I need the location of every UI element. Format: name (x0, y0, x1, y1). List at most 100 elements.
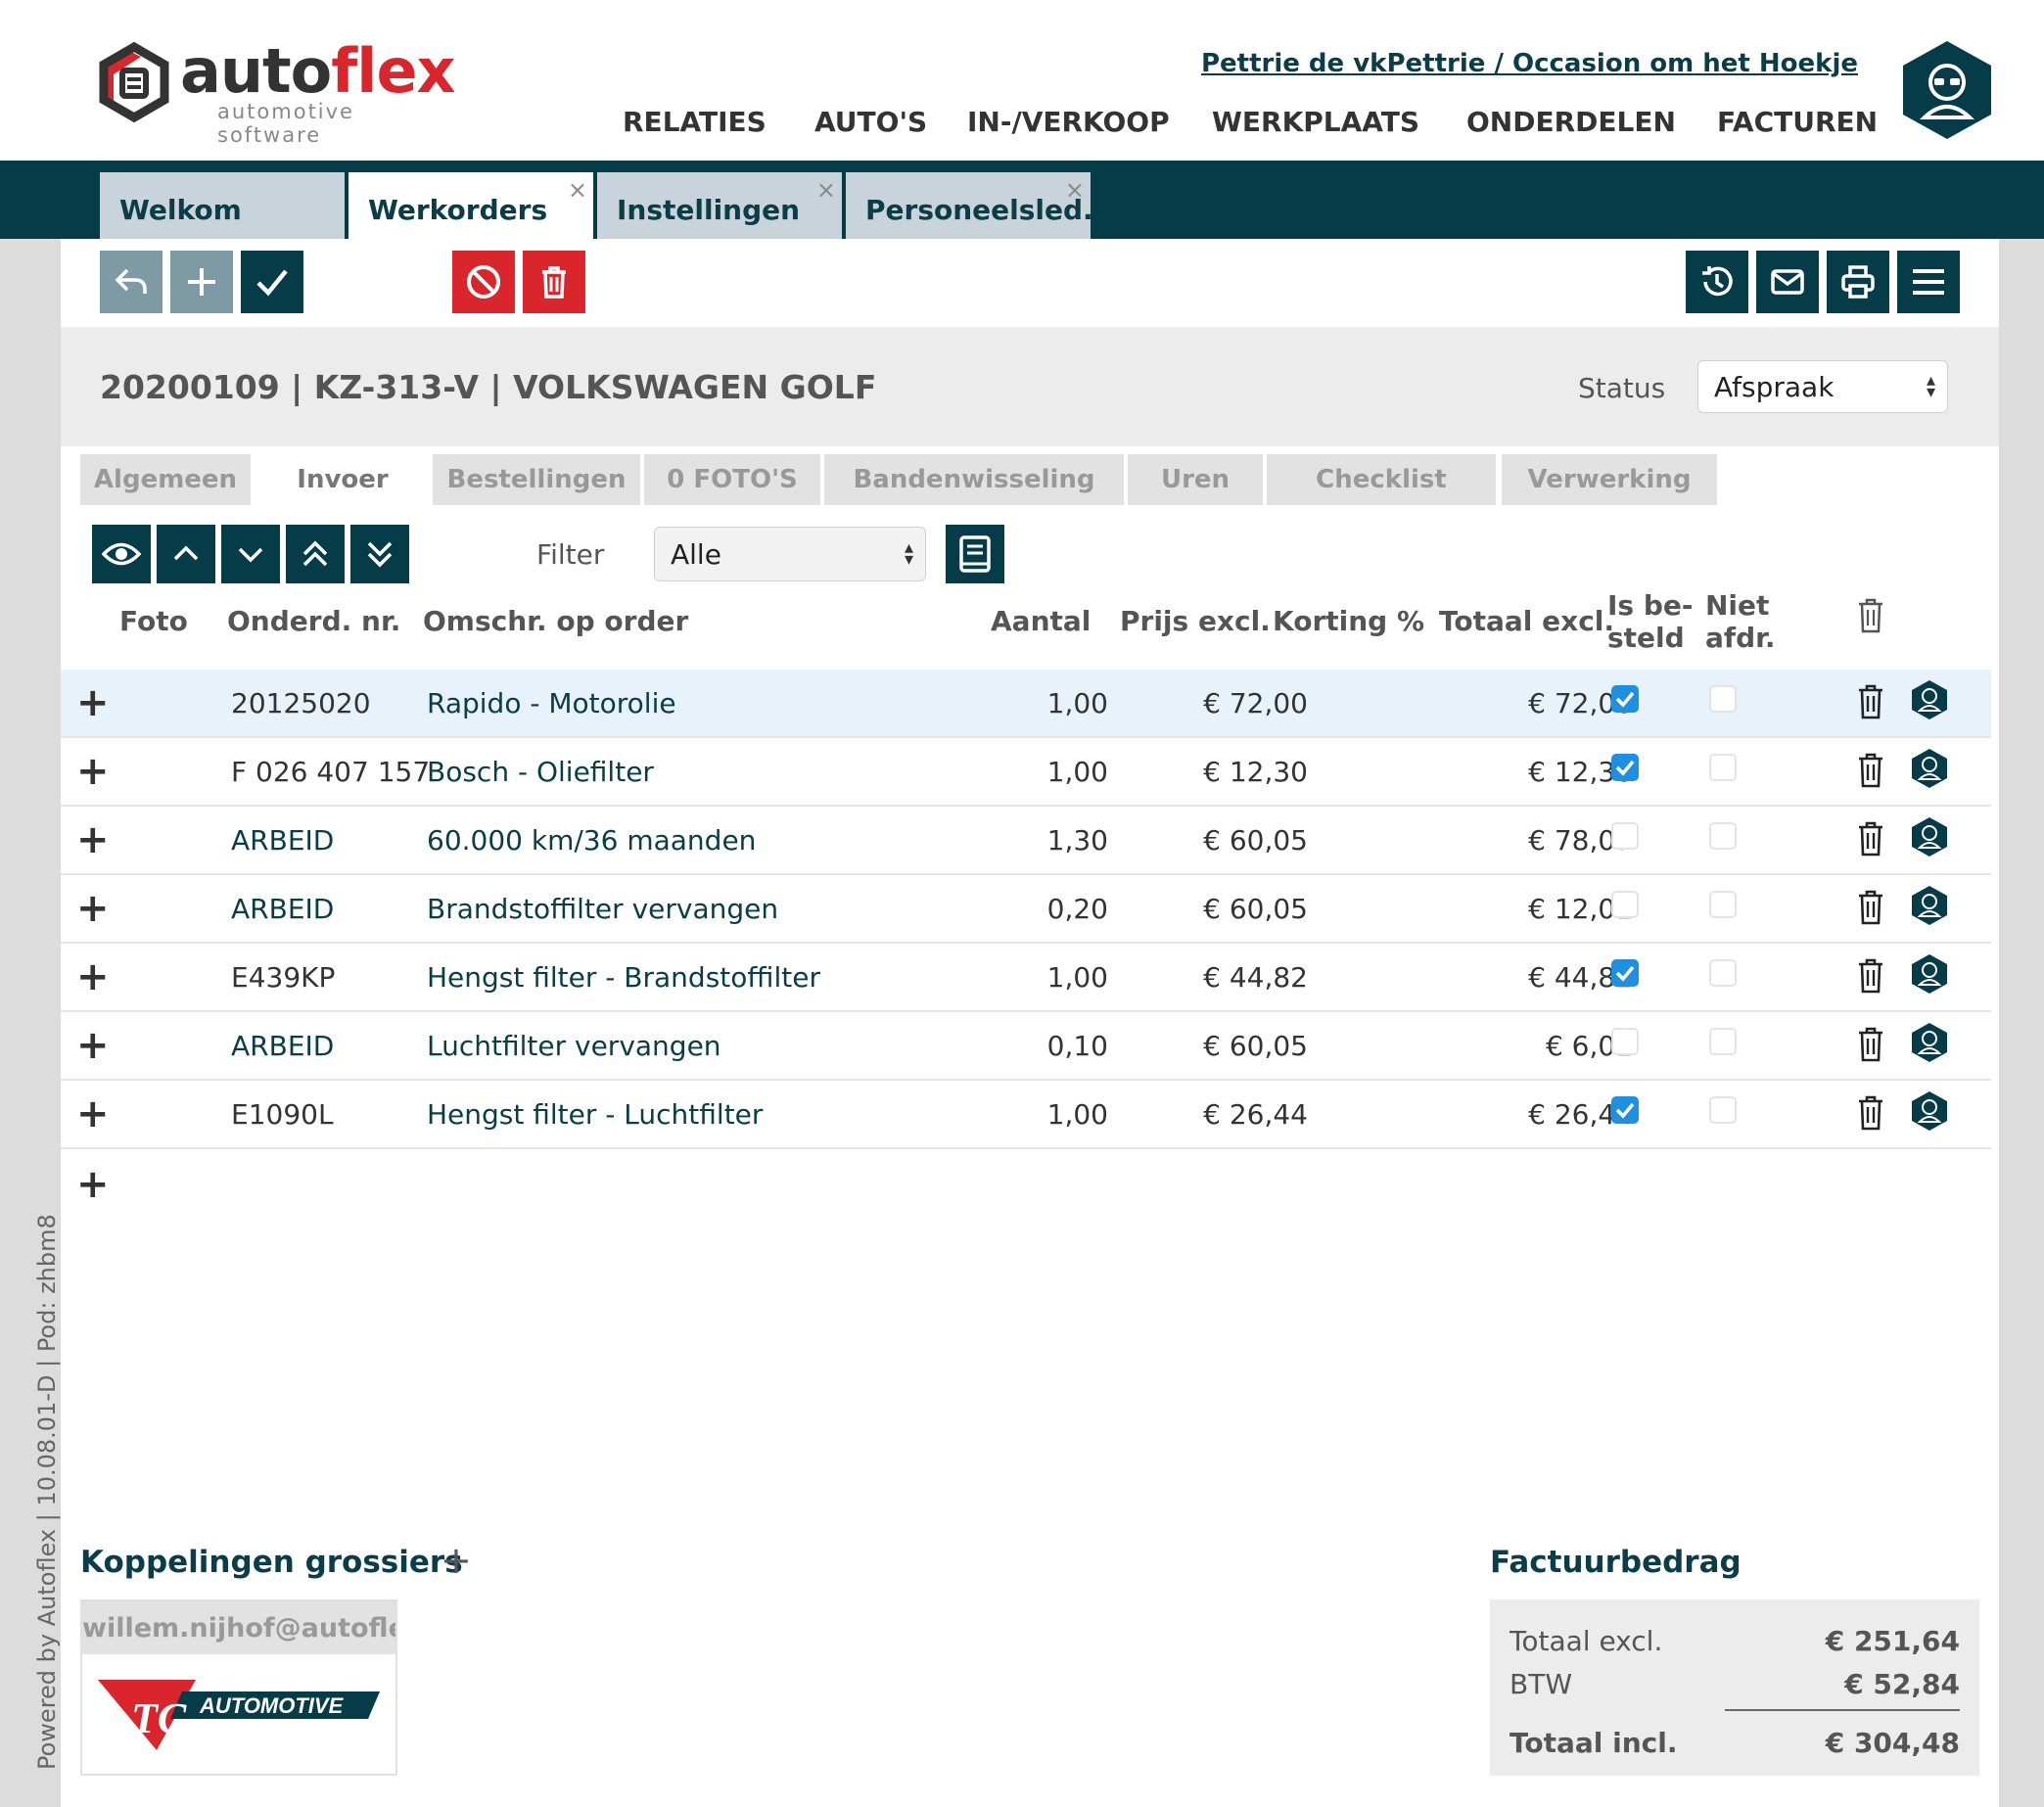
quantity[interactable]: 1,30 (971, 824, 1108, 857)
mechanic-icon[interactable] (1911, 748, 1948, 793)
mechanic-icon[interactable] (1911, 885, 1948, 930)
is-besteld-checkbox[interactable] (1611, 685, 1639, 713)
quantity[interactable]: 0,10 (971, 1030, 1108, 1062)
niet-afdrukken-checkbox[interactable] (1709, 685, 1737, 713)
toggle-visibility-button[interactable] (92, 525, 151, 583)
user-company-link[interactable]: Pettrie de vkPettrie / Occasion om het H… (1201, 49, 1858, 78)
is-besteld-checkbox[interactable] (1611, 1028, 1639, 1055)
subtab-invoer[interactable]: Invoer (256, 454, 429, 505)
quantity[interactable]: 1,00 (971, 1098, 1108, 1131)
nav-autos[interactable]: AUTO'S (814, 106, 927, 138)
expand-row-button[interactable]: + (76, 889, 110, 928)
back-button[interactable] (100, 251, 163, 313)
delete-button[interactable] (523, 251, 585, 313)
order-description[interactable]: Rapido - Motorolie (427, 687, 676, 719)
close-icon[interactable]: × (1065, 176, 1085, 204)
price-excl[interactable]: € 72,00 (1108, 687, 1308, 719)
expand-row-button[interactable]: + (76, 1094, 110, 1134)
subtab-verwerking[interactable]: Verwerking (1502, 454, 1717, 505)
expand-row-button[interactable]: + (76, 1026, 110, 1065)
trash-icon[interactable] (1856, 597, 1885, 634)
trash-icon[interactable] (1856, 957, 1885, 998)
save-button[interactable] (241, 251, 303, 313)
expand-row-button[interactable]: + (76, 957, 110, 996)
part-number[interactable]: F 026 407 157 (231, 756, 430, 788)
nav-in-verkoop[interactable]: IN-/VERKOOP (967, 106, 1170, 138)
subtab-bandenwisseling[interactable]: Bandenwisseling (824, 454, 1124, 505)
nav-relaties[interactable]: RELATIES (623, 106, 766, 138)
table-row[interactable]: + ARBEID Brandstoffilter vervangen 0,20 € 60… (61, 875, 1991, 944)
filter-select[interactable]: Alle ▴ ▾ (654, 527, 926, 581)
part-number[interactable]: ARBEID (231, 1030, 334, 1062)
user-avatar-icon[interactable] (1901, 39, 1993, 141)
niet-afdrukken-checkbox[interactable] (1709, 891, 1737, 918)
subtab-algemeen[interactable]: Algemeen (80, 454, 251, 505)
tab-personeelsleden[interactable]: Personeelsled... × (846, 172, 1091, 239)
mechanic-icon[interactable] (1911, 1022, 1948, 1067)
status-select[interactable]: Afspraak ▴ ▾ (1697, 360, 1948, 413)
email-button[interactable] (1756, 251, 1819, 313)
nav-onderdelen[interactable]: ONDERDELEN (1466, 106, 1676, 138)
niet-afdrukken-checkbox[interactable] (1709, 959, 1737, 987)
trash-icon[interactable] (1856, 1094, 1885, 1135)
price-excl[interactable]: € 60,05 (1108, 893, 1308, 925)
niet-afdrukken-checkbox[interactable] (1709, 1096, 1737, 1124)
subtab-bestellingen[interactable]: Bestellingen (433, 454, 640, 505)
tab-instellingen[interactable]: Instellingen × (597, 172, 842, 239)
price-excl[interactable]: € 60,05 (1108, 824, 1308, 857)
expand-row-button[interactable]: + (76, 683, 110, 722)
niet-afdrukken-checkbox[interactable] (1709, 1028, 1737, 1055)
table-row[interactable]: + ARBEID Luchtfilter vervangen 0,10 € 60,05 €… (61, 1012, 1991, 1081)
notes-button[interactable] (946, 525, 1004, 583)
order-description[interactable]: Bosch - Oliefilter (427, 756, 654, 788)
is-besteld-checkbox[interactable] (1611, 891, 1639, 918)
nav-werkplaats[interactable]: WERKPLAATS (1212, 106, 1419, 138)
part-number[interactable]: E439KP (231, 961, 335, 994)
move-bottom-button[interactable] (350, 525, 409, 583)
price-excl[interactable]: € 26,44 (1108, 1098, 1308, 1131)
close-icon[interactable]: × (568, 176, 587, 204)
table-row[interactable]: + ARBEID 60.000 km/36 maanden 1,30 € 60,05 € … (61, 807, 1991, 875)
part-number[interactable]: ARBEID (231, 893, 334, 925)
trash-icon[interactable] (1856, 1026, 1885, 1067)
move-up-button[interactable] (157, 525, 215, 583)
order-description[interactable]: 60.000 km/36 maanden (427, 824, 756, 857)
part-number[interactable]: ARBEID (231, 824, 334, 857)
supplier-card[interactable]: willem.nijhof@autoflex. AUTOMOTIVE TC (80, 1599, 397, 1776)
table-row[interactable]: + E1090L Hengst filter - Luchtfilter 1,00 € … (61, 1081, 1991, 1149)
quantity[interactable]: 1,00 (971, 756, 1108, 788)
order-description[interactable]: Luchtfilter vervangen (427, 1030, 721, 1062)
add-koppeling-button[interactable]: + (441, 1539, 472, 1582)
subtab-uren[interactable]: Uren (1128, 454, 1263, 505)
tab-werkorders[interactable]: Werkorders × (348, 172, 593, 239)
tab-welkom[interactable]: Welkom (100, 172, 345, 239)
is-besteld-checkbox[interactable] (1611, 754, 1639, 781)
quantity[interactable]: 0,20 (971, 893, 1108, 925)
trash-icon[interactable] (1856, 820, 1885, 861)
add-button[interactable] (170, 251, 233, 313)
trash-icon[interactable] (1856, 752, 1885, 793)
is-besteld-checkbox[interactable] (1611, 822, 1639, 850)
part-number[interactable]: 20125020 (231, 687, 371, 719)
history-button[interactable] (1686, 251, 1748, 313)
subtab-checklist[interactable]: Checklist (1267, 454, 1496, 505)
quantity[interactable]: 1,00 (971, 687, 1108, 719)
table-row[interactable]: +20125020 Rapido - Motorolie 1,00 € 72,00 € … (61, 670, 1991, 738)
niet-afdrukken-checkbox[interactable] (1709, 754, 1737, 781)
order-description[interactable]: Hengst filter - Brandstoffilter (427, 961, 820, 994)
part-number[interactable]: E1090L (231, 1098, 334, 1131)
mechanic-icon[interactable] (1911, 679, 1948, 724)
order-description[interactable]: Brandstoffilter vervangen (427, 893, 778, 925)
price-excl[interactable]: € 60,05 (1108, 1030, 1308, 1062)
expand-row-button[interactable]: + (76, 752, 110, 791)
autoflex-logo[interactable]: autoflex automotive software (90, 35, 462, 147)
expand-row-button[interactable]: + (76, 820, 110, 859)
move-down-button[interactable] (221, 525, 280, 583)
trash-icon[interactable] (1856, 683, 1885, 724)
cancel-button[interactable] (452, 251, 515, 313)
move-top-button[interactable] (286, 525, 345, 583)
quantity[interactable]: 1,00 (971, 961, 1108, 994)
print-button[interactable] (1827, 251, 1889, 313)
close-icon[interactable]: × (816, 176, 836, 204)
niet-afdrukken-checkbox[interactable] (1709, 822, 1737, 850)
